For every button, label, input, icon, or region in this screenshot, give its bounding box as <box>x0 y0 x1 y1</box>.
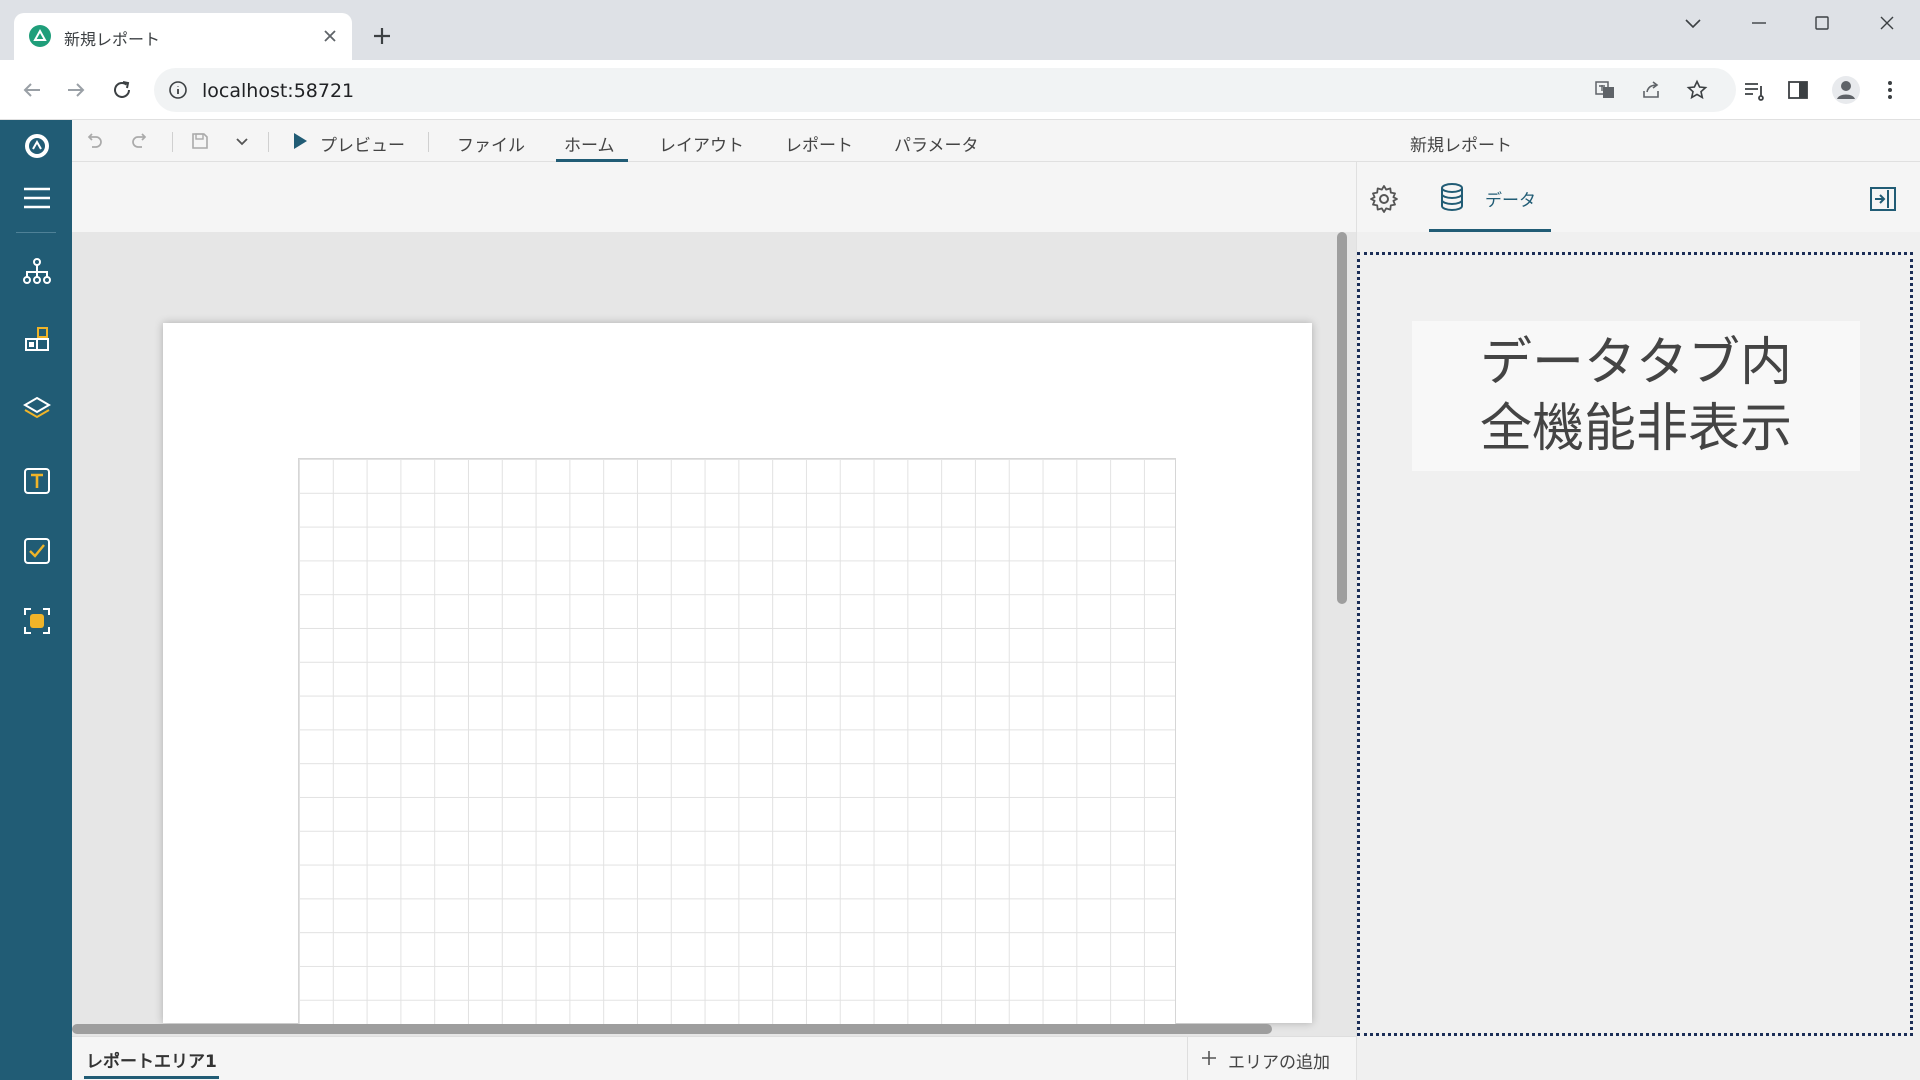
collapse-panel-icon[interactable] <box>1869 186 1897 212</box>
share-icon[interactable] <box>1640 79 1662 101</box>
app-favicon-icon <box>29 25 51 47</box>
rail-divider <box>16 232 56 233</box>
more-options-icon[interactable] <box>1878 78 1902 102</box>
address-bar[interactable]: localhost:58721 <box>154 68 1736 112</box>
add-area-label: エリアの追加 <box>1228 1053 1330 1073</box>
left-rail <box>0 120 72 1080</box>
design-workspace: レポートエリア1 エリアの追加 <box>72 162 1356 1080</box>
data-drop-zone[interactable]: データタブ内 全機能非表示 <box>1357 252 1913 1036</box>
reading-list-icon[interactable] <box>1742 78 1766 102</box>
side-panel-icon[interactable] <box>1786 78 1810 102</box>
settings-gear-icon[interactable] <box>1369 184 1399 214</box>
tab-search-icon[interactable] <box>1682 12 1704 34</box>
menubar-divider <box>172 132 173 152</box>
bookmark-star-icon[interactable] <box>1686 79 1708 101</box>
minimize-icon[interactable] <box>1748 12 1770 34</box>
new-tab-icon[interactable] <box>370 24 394 48</box>
app-logo-icon <box>25 134 49 158</box>
translate-icon[interactable] <box>1594 79 1616 101</box>
close-window-icon[interactable] <box>1876 12 1898 34</box>
vertical-scrollbar[interactable] <box>1337 232 1347 604</box>
preview-button[interactable]: プレビュー <box>320 131 405 156</box>
report-area-tab[interactable]: レポートエリア1 <box>84 1043 219 1079</box>
back-icon[interactable] <box>20 78 44 102</box>
menu-parameter[interactable]: パラメータ <box>894 131 979 156</box>
browser-tabstrip: 新規レポート <box>0 0 1920 60</box>
url-text: localhost:58721 <box>202 80 355 102</box>
save-options-chevron-icon[interactable] <box>232 131 252 151</box>
menu-layout[interactable]: レイアウト <box>659 131 744 156</box>
plus-icon <box>1202 1051 1216 1065</box>
tab-data[interactable]: データ <box>1429 162 1551 232</box>
close-tab-icon[interactable] <box>322 28 338 44</box>
add-area-button[interactable]: エリアの追加 <box>1187 1037 1356 1080</box>
app-menubar: プレビュー ファイル ホーム レイアウト レポート パラメータ 新規レポート <box>72 120 1920 162</box>
menu-file[interactable]: ファイル <box>457 131 525 156</box>
profile-avatar-icon[interactable] <box>1831 75 1861 105</box>
menu-report[interactable]: レポート <box>785 131 853 156</box>
browser-toolbar: localhost:58721 <box>0 60 1920 120</box>
workspace-header-strip <box>72 162 1356 232</box>
tab-title: 新規レポート <box>64 30 161 49</box>
annotation-note: データタブ内 全機能非表示 <box>1412 321 1860 471</box>
checkbox-icon[interactable] <box>22 536 52 566</box>
play-icon[interactable] <box>290 131 310 151</box>
menu-icon[interactable] <box>22 183 52 213</box>
menu-home[interactable]: ホーム <box>564 131 615 156</box>
save-icon[interactable] <box>190 131 210 151</box>
components-icon[interactable] <box>22 325 52 355</box>
maximize-icon[interactable] <box>1811 12 1833 34</box>
site-info-icon[interactable] <box>168 80 188 100</box>
layers-icon[interactable] <box>22 394 52 424</box>
undo-icon[interactable] <box>84 131 104 151</box>
tab-data-label: データ <box>1485 191 1536 211</box>
reload-icon[interactable] <box>110 78 134 102</box>
document-title: 新規レポート <box>1410 136 1512 156</box>
database-icon <box>1441 183 1463 211</box>
image-icon[interactable] <box>22 606 52 636</box>
right-panel: データ データタブ内 全機能非表示 <box>1356 162 1920 1080</box>
horizontal-scrollbar[interactable] <box>72 1024 1272 1034</box>
right-panel-header: データ <box>1357 162 1920 232</box>
hierarchy-icon[interactable] <box>22 256 52 286</box>
area-tabs-bar: レポートエリア1 エリアの追加 <box>72 1036 1356 1080</box>
menubar-divider <box>428 132 429 152</box>
text-icon[interactable] <box>22 466 52 496</box>
annotation-text: データタブ内 全機能非表示 <box>1479 333 1792 459</box>
report-grid-area[interactable] <box>298 458 1176 1028</box>
report-page[interactable] <box>163 323 1312 1028</box>
browser-tab[interactable]: 新規レポート <box>14 13 352 60</box>
menubar-divider <box>268 132 269 152</box>
forward-icon[interactable] <box>64 78 88 102</box>
redo-icon[interactable] <box>130 131 150 151</box>
